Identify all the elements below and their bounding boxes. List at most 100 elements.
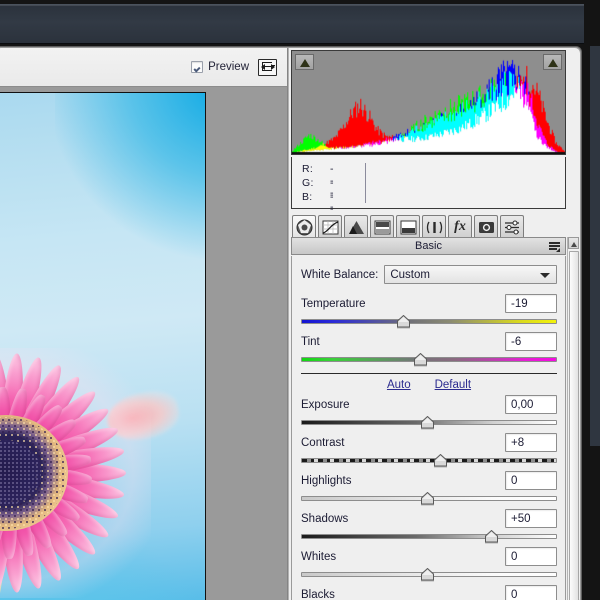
slider-row-tint: Tint -6	[301, 332, 557, 366]
histogram-chart	[292, 56, 565, 154]
slider-label-shadows: Shadows	[301, 513, 348, 525]
slider-value-contrast[interactable]: +8	[505, 433, 557, 452]
slider-value-exposure[interactable]: 0,00	[505, 395, 557, 414]
shadow-clipping-warning-icon[interactable]	[295, 54, 314, 70]
slider-row-whites: Whites 0	[301, 547, 557, 581]
slider-row-highlights: Highlights 0	[301, 471, 557, 505]
histogram-panel	[291, 50, 566, 155]
tab-effects[interactable]: fx	[448, 215, 472, 238]
rgb-row-r: R: ---	[302, 163, 313, 175]
default-link[interactable]: Default	[435, 379, 471, 394]
auto-default-links: Auto Default	[301, 379, 557, 394]
rgb-label-g: G:	[302, 177, 314, 189]
right-panel: R: --- G: --- B: ---	[289, 48, 580, 600]
slider-label-exposure: Exposure	[301, 399, 350, 411]
tab-basic[interactable]	[292, 215, 316, 238]
tab-tone-curve[interactable]	[318, 215, 342, 238]
slider-value-blacks[interactable]: 0	[505, 585, 557, 600]
photo-gerbera-flower	[0, 343, 151, 600]
slider-label-temperature: Temperature	[301, 298, 366, 310]
hsl-grayscale-icon	[374, 220, 391, 235]
fullscreen-toggle-icon[interactable]	[258, 59, 277, 76]
slider-value-temperature[interactable]: -19	[505, 294, 557, 313]
slider-value-highlights[interactable]: 0	[505, 471, 557, 490]
preview-checkbox-box[interactable]	[191, 61, 203, 73]
panel-tab-strip: fx	[291, 212, 566, 238]
rgb-readout-separator	[365, 163, 366, 203]
tab-camera-calibration[interactable]	[474, 215, 498, 238]
slider-thumb-temperature[interactable]	[396, 315, 411, 328]
controls-divider-1	[301, 373, 557, 374]
rgb-row-g: G: ---	[302, 177, 314, 189]
panel-flyout-menu-icon[interactable]	[549, 242, 560, 252]
white-balance-row: White Balance: Custom	[301, 265, 557, 284]
panel-title-bar: Basic	[291, 237, 566, 255]
fx-icon: fx	[454, 219, 466, 235]
slider-thumb-shadows[interactable]	[484, 530, 499, 543]
presets-sliders-icon	[504, 220, 521, 235]
slider-track-contrast[interactable]	[301, 454, 557, 467]
preview-checkbox[interactable]: Preview	[191, 61, 249, 73]
rgb-readout: R: --- G: --- B: ---	[291, 157, 566, 209]
preview-toolbar: Preview	[0, 48, 287, 87]
white-balance-label: White Balance:	[301, 269, 378, 281]
chevron-down-icon	[540, 273, 550, 278]
slider-track-shadows[interactable]	[301, 530, 557, 543]
slider-track-whites[interactable]	[301, 568, 557, 581]
slider-track-tint[interactable]	[301, 353, 557, 366]
aperture-icon	[296, 219, 313, 236]
highlight-clipping-warning-icon[interactable]	[543, 54, 562, 70]
camera-raw-dialog: Preview	[0, 46, 582, 600]
slider-row-blacks: Blacks 0	[301, 585, 557, 600]
tone-curve-icon	[322, 220, 339, 235]
slider-label-whites: Whites	[301, 551, 336, 563]
tab-lens-corrections[interactable]	[422, 215, 446, 238]
slider-label-tint: Tint	[301, 336, 320, 348]
slider-row-temperature: Temperature -19	[301, 294, 557, 328]
detail-triangle-icon	[348, 220, 365, 235]
scrollbar-thumb[interactable]	[569, 251, 579, 600]
slider-label-contrast: Contrast	[301, 437, 344, 449]
split-toning-icon	[400, 220, 417, 235]
tab-presets[interactable]	[500, 215, 524, 238]
auto-link[interactable]: Auto	[387, 379, 411, 394]
lens-correction-icon	[426, 220, 443, 235]
camera-icon	[478, 220, 495, 235]
slider-label-highlights: Highlights	[301, 475, 352, 487]
desktop-background: Preview	[0, 0, 600, 600]
tab-detail[interactable]	[344, 215, 368, 238]
scroll-up-button[interactable]	[568, 237, 579, 249]
slider-row-contrast: Contrast +8	[301, 433, 557, 467]
white-balance-value: Custom	[390, 269, 430, 281]
slider-value-shadows[interactable]: +50	[505, 509, 557, 528]
slider-thumb-contrast[interactable]	[433, 454, 448, 467]
slider-row-shadows: Shadows +50	[301, 509, 557, 543]
slider-track-exposure[interactable]	[301, 416, 557, 429]
rgb-label-r: R:	[302, 163, 313, 175]
panel-scrollbar[interactable]	[567, 237, 579, 600]
window-scrollbar[interactable]	[590, 46, 600, 446]
image-preview-canvas[interactable]	[0, 92, 206, 600]
slider-track-highlights[interactable]	[301, 492, 557, 505]
slider-track-temperature[interactable]	[301, 315, 557, 328]
basic-panel-controls: White Balance: Custom Temperature -19 Tint…	[291, 256, 566, 600]
slider-thumb-tint[interactable]	[413, 353, 428, 366]
slider-value-whites[interactable]: 0	[505, 547, 557, 566]
tab-split-toning[interactable]	[396, 215, 420, 238]
rgb-label-b: B:	[302, 191, 313, 203]
application-titlebar	[0, 4, 584, 44]
panel-title-label: Basic	[415, 240, 442, 252]
rgb-row-b: B: ---	[302, 191, 313, 203]
white-balance-select[interactable]: Custom	[384, 265, 557, 284]
tab-hsl-grayscale[interactable]	[370, 215, 394, 238]
slider-label-blacks: Blacks	[301, 589, 335, 600]
slider-thumb-whites[interactable]	[420, 568, 435, 581]
preview-checkbox-label: Preview	[208, 61, 249, 73]
slider-value-tint[interactable]: -6	[505, 332, 557, 351]
slider-thumb-exposure[interactable]	[420, 416, 435, 429]
slider-row-exposure: Exposure 0,00	[301, 395, 557, 429]
image-work-area[interactable]	[0, 88, 287, 600]
titlebar-highlight	[0, 5, 584, 6]
photo-sky-highlight-top-right	[55, 92, 206, 263]
slider-thumb-highlights[interactable]	[420, 492, 435, 505]
